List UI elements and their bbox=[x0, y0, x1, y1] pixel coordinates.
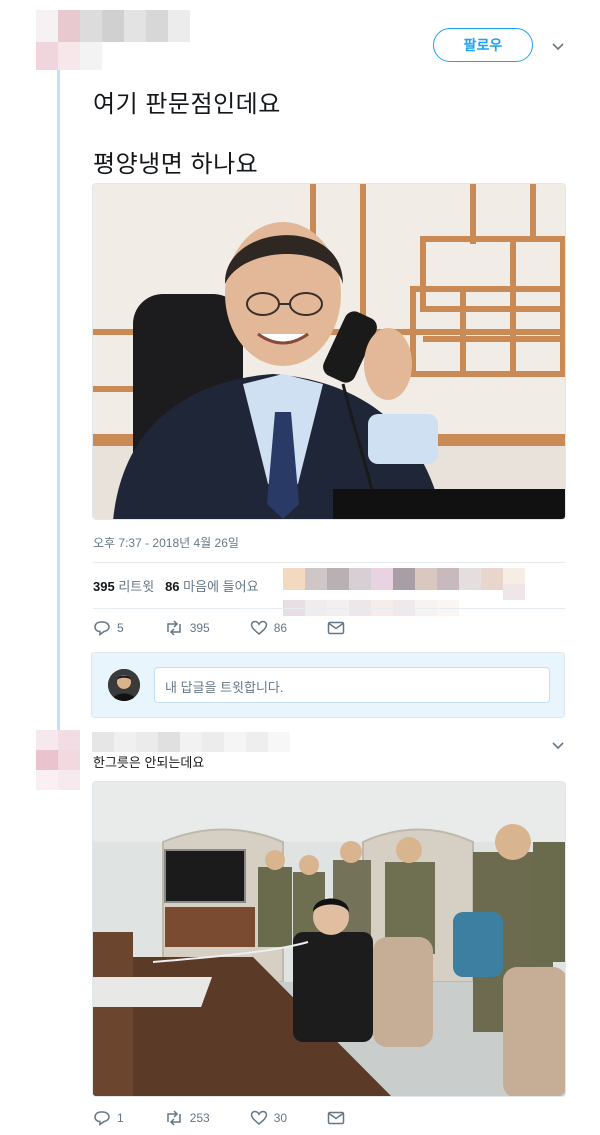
like-count[interactable]: 86 bbox=[165, 579, 179, 594]
envelope-icon bbox=[327, 621, 345, 635]
divider bbox=[93, 562, 565, 563]
reply-button[interactable]: 5 bbox=[93, 620, 124, 636]
retweet-label[interactable]: 리트윗 bbox=[118, 579, 154, 594]
blurred-liker-avatars[interactable] bbox=[283, 568, 533, 616]
like-label[interactable]: 마음에 들어요 bbox=[183, 579, 258, 594]
retweet-count[interactable]: 395 bbox=[93, 579, 115, 594]
thread-connector-line bbox=[57, 70, 60, 730]
direct-message-button[interactable] bbox=[327, 621, 351, 635]
retweet-icon bbox=[166, 620, 181, 636]
blurred-reply-author-name bbox=[92, 732, 290, 752]
like-count-action: 30 bbox=[273, 1111, 288, 1125]
reply-tweet-actions: 1 253 30 bbox=[93, 1110, 391, 1126]
photo-phone-call-office bbox=[93, 184, 565, 519]
tweet-text-line-1: 여기 판문점인데요 bbox=[93, 91, 281, 118]
retweet-button[interactable]: 253 bbox=[164, 1110, 210, 1126]
reply-button[interactable]: 1 bbox=[93, 1110, 124, 1126]
user-avatar-image bbox=[108, 669, 140, 701]
retweet-button[interactable]: 395 bbox=[164, 620, 210, 636]
direct-message-button[interactable] bbox=[327, 1111, 351, 1125]
chevron-down-icon[interactable] bbox=[550, 41, 566, 53]
reply-count: 1 bbox=[117, 1111, 124, 1125]
reply-tweet-photo[interactable] bbox=[92, 781, 566, 1097]
heart-icon bbox=[250, 1110, 267, 1125]
chevron-down-icon[interactable] bbox=[550, 740, 566, 752]
blurred-reply-avatar bbox=[36, 730, 80, 790]
reply-icon bbox=[94, 621, 110, 636]
like-button[interactable]: 30 bbox=[250, 1110, 287, 1126]
reply-input[interactable]: 내 답글을 트윗합니다. bbox=[154, 667, 550, 703]
divider bbox=[93, 608, 565, 609]
reply-tweet-text: 한그릇은 안되는데요 bbox=[93, 755, 205, 770]
reply-icon bbox=[94, 1111, 110, 1126]
tweet-stats: 395 리트윗 86 마음에 들어요 bbox=[93, 576, 259, 595]
avatar[interactable] bbox=[108, 669, 140, 701]
like-count-action: 86 bbox=[273, 621, 288, 635]
reply-count: 5 bbox=[117, 621, 124, 635]
blurred-author-name bbox=[36, 10, 196, 72]
reply-composer: 내 답글을 트윗합니다. bbox=[91, 652, 565, 718]
tweet-photo[interactable] bbox=[92, 183, 566, 520]
envelope-icon bbox=[327, 1111, 345, 1125]
tweet-timestamp[interactable]: 오후 7:37 - 2018년 4월 26일 bbox=[93, 534, 239, 551]
follow-button[interactable]: 팔로우 bbox=[433, 28, 533, 62]
heart-icon bbox=[250, 620, 267, 635]
photo-conference-room bbox=[93, 782, 565, 1096]
like-button[interactable]: 86 bbox=[250, 620, 287, 636]
tweet-actions: 5 395 86 bbox=[93, 620, 391, 636]
retweet-icon bbox=[166, 1110, 181, 1126]
retweet-count-action: 253 bbox=[189, 1111, 210, 1125]
tweet-text-line-2: 평양냉면 하나요 bbox=[93, 151, 259, 178]
retweet-count-action: 395 bbox=[189, 621, 210, 635]
